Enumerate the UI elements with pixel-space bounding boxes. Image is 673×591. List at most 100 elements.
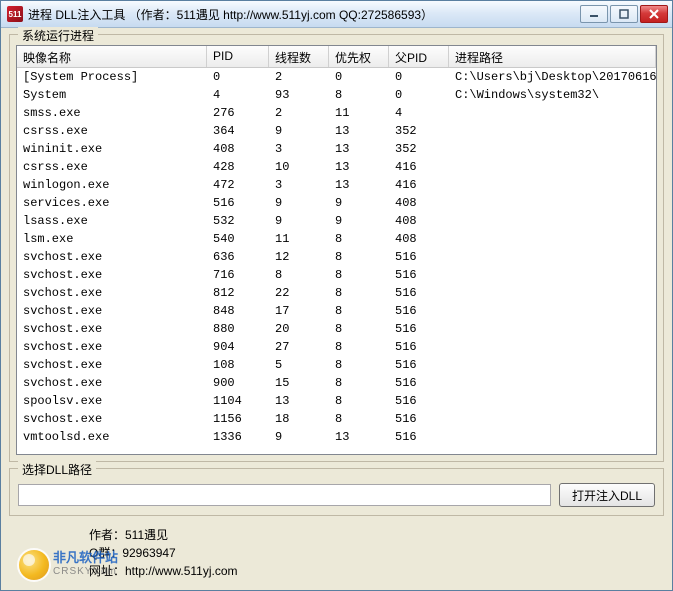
cell: 10 xyxy=(269,160,329,174)
col-path[interactable]: 进程路径 xyxy=(449,46,656,67)
table-row[interactable]: svchost.exe812228516 xyxy=(17,284,656,302)
cell: 812 xyxy=(207,286,269,300)
table-row[interactable]: [System Process]0200C:\Users\bj\Desktop\… xyxy=(17,68,656,86)
app-icon: 511 xyxy=(7,6,23,22)
grid-header[interactable]: 映像名称 PID 线程数 优先权 父PID 进程路径 xyxy=(17,46,656,68)
cell: 516 xyxy=(389,340,449,354)
col-priority[interactable]: 优先权 xyxy=(329,46,389,67)
cell: 13 xyxy=(329,178,389,192)
cell: 0 xyxy=(329,70,389,84)
dll-groupbox: 选择DLL路径 打开注入DLL xyxy=(9,468,664,516)
table-row[interactable]: svchost.exe904278516 xyxy=(17,338,656,356)
footer-author: 作者：511遇见 xyxy=(89,526,656,544)
col-pid[interactable]: PID xyxy=(207,46,269,67)
minimize-icon xyxy=(589,9,599,19)
cell: svchost.exe xyxy=(17,304,207,318)
table-row[interactable]: lsm.exe540118408 xyxy=(17,230,656,248)
cell: 13 xyxy=(329,124,389,138)
cell: 516 xyxy=(389,304,449,318)
table-row[interactable]: svchost.exe71688516 xyxy=(17,266,656,284)
cell: 408 xyxy=(389,196,449,210)
main-window: 511 进程 DLL注入工具 （作者：511遇见 http://www.511y… xyxy=(0,0,673,591)
cell: 3 xyxy=(269,142,329,156)
watermark-icon xyxy=(17,548,51,582)
cell: svchost.exe xyxy=(17,268,207,282)
cell: svchost.exe xyxy=(17,340,207,354)
minimize-button[interactable] xyxy=(580,5,608,23)
cell: winlogon.exe xyxy=(17,178,207,192)
cell: System xyxy=(17,88,207,102)
cell: 880 xyxy=(207,322,269,336)
cell: 9 xyxy=(269,196,329,210)
cell: 0 xyxy=(389,70,449,84)
cell: 8 xyxy=(329,88,389,102)
col-threads[interactable]: 线程数 xyxy=(269,46,329,67)
cell: 4 xyxy=(389,106,449,120)
cell: 5 xyxy=(269,358,329,372)
cell: svchost.exe xyxy=(17,412,207,426)
dll-path-input[interactable] xyxy=(18,484,551,506)
cell: 13 xyxy=(329,430,389,444)
table-row[interactable]: System49380C:\Windows\system32\ xyxy=(17,86,656,104)
cell: 11 xyxy=(329,106,389,120)
cell: 516 xyxy=(207,196,269,210)
close-button[interactable] xyxy=(640,5,668,23)
cell: 3 xyxy=(269,178,329,192)
cell: 516 xyxy=(389,412,449,426)
dll-group-title: 选择DLL路径 xyxy=(18,461,96,478)
cell: C:\Windows\system32\ xyxy=(449,88,656,102)
cell: 516 xyxy=(389,394,449,408)
cell: 93 xyxy=(269,88,329,102)
cell: 408 xyxy=(389,232,449,246)
cell: 532 xyxy=(207,214,269,228)
table-row[interactable]: spoolsv.exe1104138516 xyxy=(17,392,656,410)
table-row[interactable]: vmtoolsd.exe1336913516 xyxy=(17,428,656,446)
cell: 1156 xyxy=(207,412,269,426)
cell: svchost.exe xyxy=(17,286,207,300)
window-title: 进程 DLL注入工具 （作者：511遇见 http://www.511yj.co… xyxy=(28,6,580,23)
table-row[interactable]: svchost.exe880208516 xyxy=(17,320,656,338)
cell: 9 xyxy=(269,430,329,444)
table-row[interactable]: smss.exe2762114 xyxy=(17,104,656,122)
cell: 516 xyxy=(389,322,449,336)
watermark-en: CRSKY.com xyxy=(53,565,118,579)
table-row[interactable]: winlogon.exe472313416 xyxy=(17,176,656,194)
table-row[interactable]: wininit.exe408313352 xyxy=(17,140,656,158)
cell: lsass.exe xyxy=(17,214,207,228)
open-inject-button[interactable]: 打开注入DLL xyxy=(559,483,655,507)
cell: 8 xyxy=(329,250,389,264)
maximize-icon xyxy=(619,9,629,19)
cell: wininit.exe xyxy=(17,142,207,156)
cell: 18 xyxy=(269,412,329,426)
cell: 716 xyxy=(207,268,269,282)
cell: 516 xyxy=(389,250,449,264)
maximize-button[interactable] xyxy=(610,5,638,23)
process-grid: 映像名称 PID 线程数 优先权 父PID 进程路径 [System Proce… xyxy=(16,45,657,455)
cell: 8 xyxy=(329,322,389,336)
watermark-cn: 非凡软件站 xyxy=(53,551,118,565)
grid-body[interactable]: [System Process]0200C:\Users\bj\Desktop\… xyxy=(17,68,656,454)
cell: 8 xyxy=(269,268,329,282)
cell: 2 xyxy=(269,70,329,84)
process-group-title: 系统运行进程 xyxy=(18,27,98,44)
window-controls xyxy=(580,5,668,23)
table-row[interactable]: svchost.exe636128516 xyxy=(17,248,656,266)
table-row[interactable]: csrss.exe4281013416 xyxy=(17,158,656,176)
table-row[interactable]: lsass.exe53299408 xyxy=(17,212,656,230)
titlebar[interactable]: 511 进程 DLL注入工具 （作者：511遇见 http://www.511y… xyxy=(1,1,672,28)
cell: services.exe xyxy=(17,196,207,210)
cell: 408 xyxy=(207,142,269,156)
table-row[interactable]: csrss.exe364913352 xyxy=(17,122,656,140)
cell: csrss.exe xyxy=(17,160,207,174)
cell: 17 xyxy=(269,304,329,318)
table-row[interactable]: services.exe51699408 xyxy=(17,194,656,212)
close-icon xyxy=(649,9,659,19)
table-row[interactable]: svchost.exe10858516 xyxy=(17,356,656,374)
table-row[interactable]: svchost.exe848178516 xyxy=(17,302,656,320)
col-image-name[interactable]: 映像名称 xyxy=(17,46,207,67)
cell: svchost.exe xyxy=(17,376,207,390)
cell: 0 xyxy=(207,70,269,84)
table-row[interactable]: svchost.exe1156188516 xyxy=(17,410,656,428)
col-ppid[interactable]: 父PID xyxy=(389,46,449,67)
table-row[interactable]: svchost.exe900158516 xyxy=(17,374,656,392)
